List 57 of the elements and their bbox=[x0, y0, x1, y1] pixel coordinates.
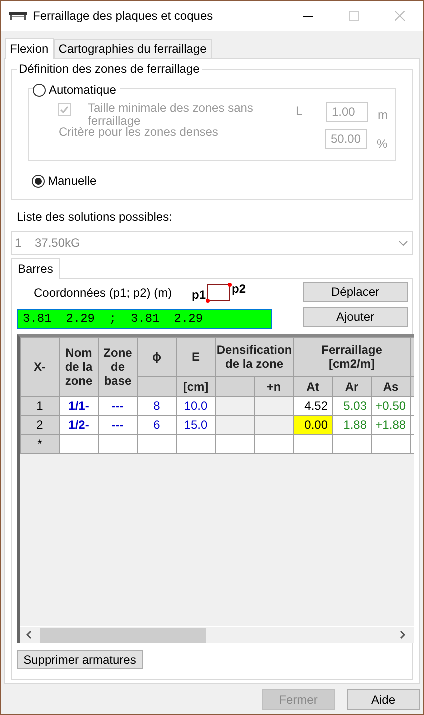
group-title: Définition des zones de ferraillage bbox=[17, 62, 202, 76]
symbol-label: L bbox=[296, 103, 304, 120]
column-header: E bbox=[176, 338, 216, 376]
chevron-right-icon bbox=[400, 631, 406, 639]
coordinates-label: Coordonnées (p1; p2) (m) bbox=[34, 285, 174, 302]
solution-index: 1 bbox=[15, 235, 23, 252]
chevron-left-icon bbox=[26, 631, 32, 639]
table-cell: +1.88 bbox=[372, 416, 411, 434]
column-header: +n bbox=[254, 376, 294, 396]
table-cell: 1/2- bbox=[60, 416, 98, 434]
tab[interactable]: Barres bbox=[11, 258, 60, 279]
delete-button[interactable]: Supprimer armatures bbox=[17, 650, 143, 669]
column-header: X- bbox=[20, 338, 60, 396]
column-header: Ferraillage [cm2/m] bbox=[294, 338, 411, 376]
column-header: Nom de la zone bbox=[60, 338, 98, 396]
action-button[interactable]: Ajouter bbox=[303, 307, 408, 327]
table-cell: 5.03 bbox=[332, 396, 372, 416]
row-header[interactable]: 2 bbox=[20, 416, 60, 434]
column-header: As bbox=[372, 376, 411, 396]
action-button[interactable]: Déplacer bbox=[303, 282, 408, 302]
dialog-button[interactable]: Aide bbox=[347, 689, 420, 710]
coordinates-field[interactable]: 3.81 2.29 ; 3.81 2.29 bbox=[17, 309, 272, 329]
column-header: Ar bbox=[332, 376, 372, 396]
radio-button[interactable] bbox=[32, 174, 45, 188]
column-header: ϕ bbox=[138, 338, 176, 376]
table-cell: --- bbox=[98, 416, 138, 434]
column-header: Densification de la zone bbox=[216, 338, 294, 376]
chevron-down-icon bbox=[399, 240, 408, 246]
tab[interactable]: Cartographies du ferraillage bbox=[54, 39, 212, 58]
tab[interactable]: Flexion bbox=[5, 38, 54, 59]
table-cell: +0.50 bbox=[372, 396, 411, 416]
rectangle-points-icon bbox=[206, 283, 232, 303]
column-header: At bbox=[294, 376, 333, 396]
horizontal-scrollbar[interactable] bbox=[20, 626, 414, 643]
radio-button[interactable] bbox=[33, 84, 46, 96]
table-cell: 4.52 bbox=[294, 396, 333, 416]
p1-label: p1 bbox=[192, 287, 206, 304]
app-icon bbox=[9, 12, 27, 20]
radio-label: Manuelle bbox=[48, 173, 97, 190]
table-cell: 8 bbox=[138, 396, 176, 416]
solution-value: 37.50kG bbox=[35, 235, 80, 252]
table-cell: 1.88 bbox=[332, 416, 372, 434]
column-header: Zone de base bbox=[98, 338, 138, 396]
p2-label: p2 bbox=[232, 281, 246, 298]
table-cell: 6 bbox=[138, 416, 176, 434]
table-cell: --- bbox=[98, 396, 138, 416]
radio-label: Automatique bbox=[49, 82, 116, 99]
unit-label: % bbox=[377, 136, 388, 153]
row-header[interactable]: * bbox=[20, 434, 60, 454]
unit-label: m bbox=[378, 107, 388, 124]
list-label: Liste des solutions possibles: bbox=[17, 209, 174, 226]
window-title: Ferraillage des plaques et coques bbox=[33, 8, 214, 25]
column-header: [cm] bbox=[176, 376, 216, 396]
option-label: Taille minimale des zones sans ferraillage bbox=[88, 102, 254, 128]
table-cell: 0.00 bbox=[294, 416, 333, 434]
table-cell: 1/1- bbox=[60, 396, 98, 416]
row-header[interactable]: 1 bbox=[20, 396, 60, 416]
